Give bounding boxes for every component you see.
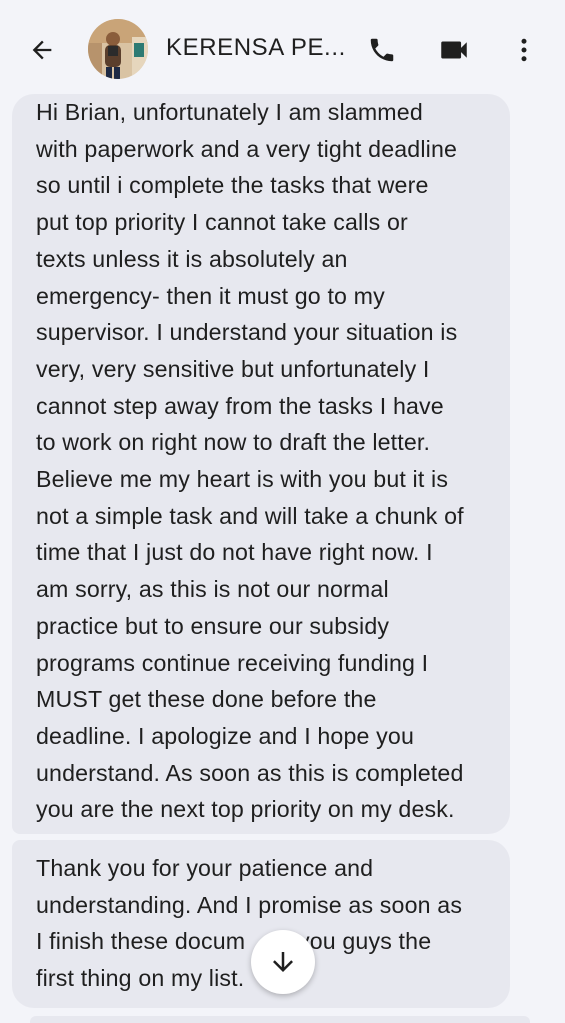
message-line: with paperwork and a very tight deadline [36,135,458,162]
message-line: you are the next top priority on my desk… [36,796,455,823]
message-line: not a simple task and will take a chunk … [36,502,464,529]
avatar[interactable] [88,19,148,79]
back-button[interactable] [20,28,64,72]
message-line: am sorry, as this is not our normal [36,576,389,603]
message-line: to work on right now to draft the letter… [36,429,431,456]
message-line: put top priority I cannot take calls or [36,209,408,236]
message-line: understanding. And I promise as soon as [36,891,463,918]
message-line: so until i complete the tasks that were [36,172,429,199]
message-line: emergency- then it must go to my [36,282,385,309]
message-line: cannot step away from the tasks I have [36,392,444,419]
message-line: Believe me my heart is with you but it i… [36,466,449,493]
message-line: very, very sensitive but unfortunately I [36,355,430,382]
call-button[interactable] [358,26,406,74]
conversation-header: KERENSA PE... [0,0,565,98]
arrow-down-icon [273,952,293,972]
next-message-edge [30,1016,530,1023]
message-line: Hi Brian, unfortunately I am slammed [36,99,423,125]
message-line: time that I just do not have right now. … [36,539,433,566]
message-line: MUST get these done before the [36,686,377,713]
message-line: understand. As soon as this is completed [36,759,464,786]
message-line: Thank you for your patience and [36,855,374,881]
message-line: supervisor. I understand your situation … [36,319,458,346]
phone-icon [370,38,394,62]
contact-photo [88,19,148,79]
more-options-button[interactable] [504,26,544,74]
contact-name[interactable]: KERENSA PE... [166,34,346,62]
video-call-button[interactable] [428,26,480,74]
video-camera-icon [441,41,467,59]
incoming-message-bubble[interactable]: Hi Brian, unfortunately I am slammed wit… [12,94,510,834]
message-line: deadline. I apologize and I hope you [36,722,414,749]
message-line: practice but to ensure our subsidy [36,612,390,639]
arrow-back-icon [32,40,52,60]
message-line: programs continue receiving funding I [36,649,429,676]
message-line: texts unless it is absolutely an [36,245,348,272]
more-vertical-icon [521,38,527,62]
scroll-to-bottom-button[interactable] [251,930,315,994]
